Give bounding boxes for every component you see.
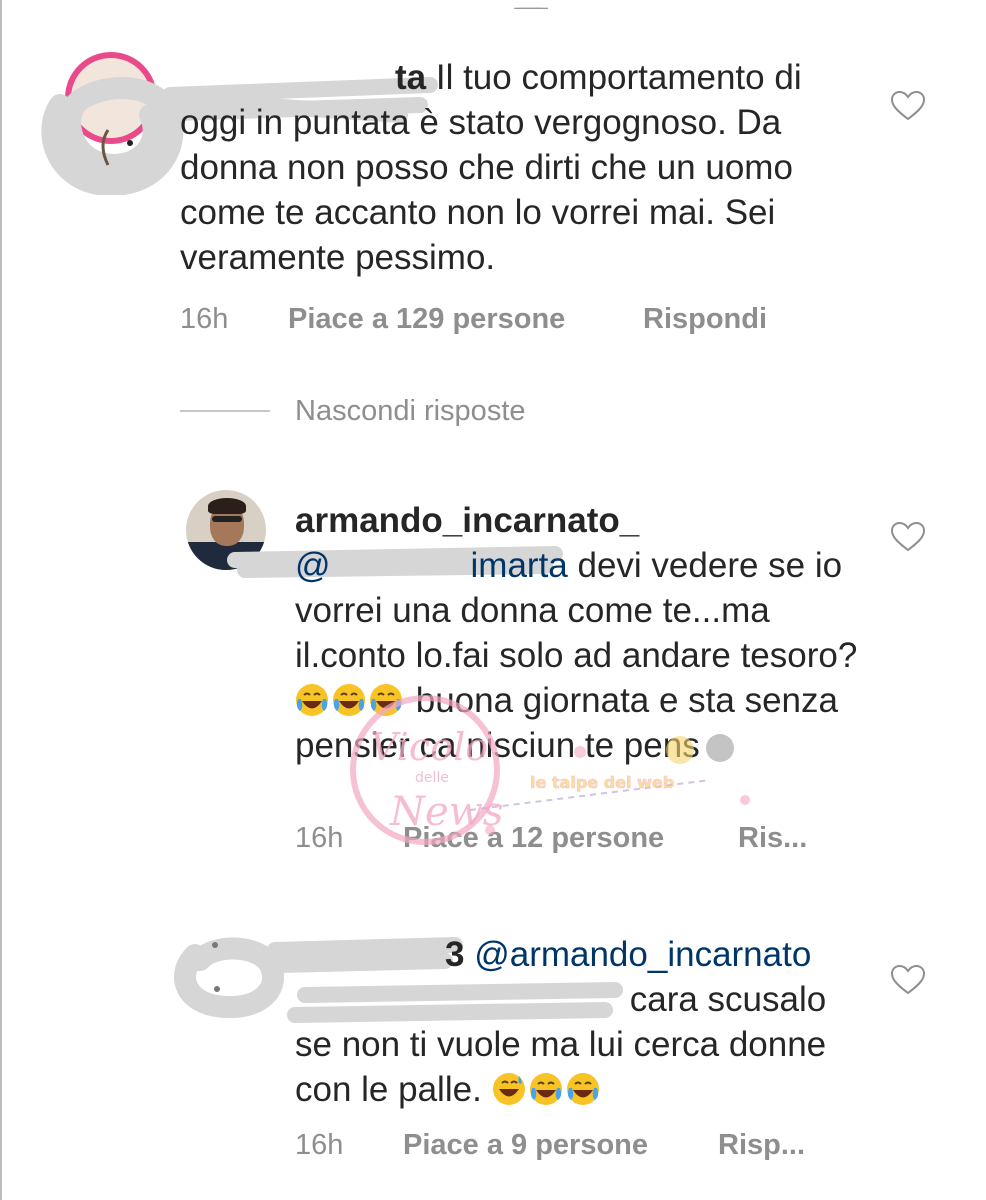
reply-button[interactable]: Rispondi	[643, 303, 767, 336]
reply-likes[interactable]: Piace a 12 persone	[403, 822, 664, 855]
reply-message-part-1: devi vedere se io vorrei una donna come …	[295, 546, 858, 675]
face-with-tears-of-joy-icon	[370, 684, 402, 716]
reply-meta: 16h Piace a 12 persone Ris...	[295, 822, 895, 858]
reply-comment: 3 @armando_incarnato cara scusalo se non…	[0, 915, 986, 1175]
mention-link[interactable]: @	[295, 546, 331, 585]
reply-username[interactable]: armando_incarnato_	[295, 498, 875, 543]
comment-likes[interactable]: Piace a 129 persone	[288, 303, 565, 336]
comment-meta: 16h Piace a 129 persone Rispondi	[180, 303, 880, 339]
reply-time: 16h	[295, 822, 344, 854]
mention-link[interactable]: @armando_incarnato	[464, 935, 811, 974]
comment-message: Il tuo comportamento di oggi in puntata …	[180, 58, 802, 277]
reply-text: armando_incarnato_ @ imarta devi vedere s…	[295, 498, 875, 768]
reply-button[interactable]: Ris...	[738, 822, 807, 855]
emoji-run	[492, 1070, 603, 1109]
reply-text: 3 @armando_incarnato cara scusalo se non…	[295, 932, 855, 1112]
mention-link-tail[interactable]: imarta	[471, 546, 568, 585]
comment-text: ta Il tuo comportamento di oggi in punta…	[180, 55, 860, 280]
face-with-tears-of-joy-icon	[529, 1073, 562, 1105]
comment-time: 16h	[180, 303, 229, 335]
replies-divider	[180, 410, 270, 412]
reply-time: 16h	[295, 1129, 344, 1161]
reply-button[interactable]: Risp...	[718, 1129, 805, 1162]
like-heart-icon[interactable]	[891, 91, 925, 121]
grinning-face-with-sweat-icon	[492, 1073, 525, 1105]
avatar[interactable]	[195, 937, 263, 1005]
hide-replies-button[interactable]: Nascondi risposte	[295, 395, 526, 428]
face-with-tears-of-joy-icon	[566, 1073, 599, 1105]
reply-likes[interactable]: Piace a 9 persone	[403, 1129, 648, 1162]
comment: ta Il tuo comportamento di oggi in punta…	[0, 0, 986, 360]
comment-username[interactable]: ta	[395, 58, 426, 97]
face-with-tears-of-joy-icon	[296, 684, 328, 716]
like-heart-icon[interactable]	[891, 522, 925, 552]
emoji-run	[295, 681, 416, 720]
reply-username[interactable]: 3	[445, 935, 464, 974]
face-with-tears-of-joy-icon	[333, 684, 365, 716]
reply-meta: 16h Piace a 9 persone Risp...	[295, 1129, 895, 1165]
like-heart-icon[interactable]	[891, 965, 925, 995]
reply-comment: armando_incarnato_ @ imarta devi vedere s…	[0, 470, 986, 870]
